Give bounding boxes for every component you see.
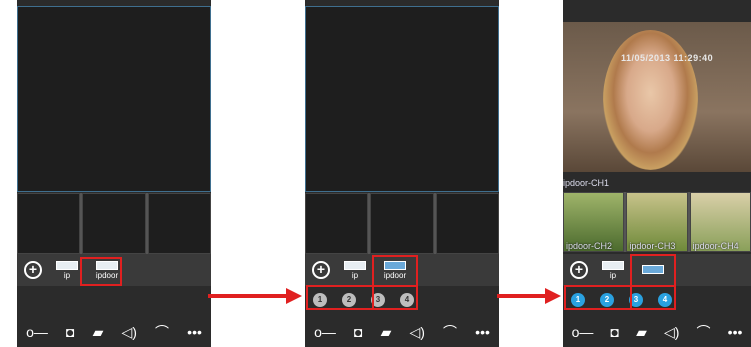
device-label: ip (351, 270, 359, 280)
sub-video-view[interactable] (147, 193, 211, 254)
device-ip[interactable]: ip (52, 260, 82, 280)
phone-icon[interactable]: ⌒ (697, 322, 711, 342)
key-icon[interactable]: o— (572, 324, 594, 340)
sub-video-view[interactable] (435, 193, 499, 254)
sub-video-grid (305, 193, 499, 254)
camera-icon[interactable]: ◘ (610, 324, 618, 340)
highlight-box (80, 257, 122, 286)
bottom-toolbar: o— ◘ ▰ ◁) ⌒ ••• (305, 317, 499, 347)
sub-video-view[interactable] (370, 193, 434, 254)
highlight-box (306, 285, 418, 310)
key-icon[interactable]: o— (314, 324, 336, 340)
more-icon[interactable]: ••• (187, 324, 202, 340)
camera-label: ipdoor-CH4 (692, 241, 739, 251)
key-icon[interactable]: o— (26, 324, 48, 340)
video-record-icon[interactable]: ▰ (93, 324, 104, 341)
device-label: ip (63, 270, 71, 280)
phone-screen-1: + ip ipdoor o— ◘ ▰ ◁) ⌒ ••• (17, 0, 211, 347)
more-icon[interactable]: ••• (728, 324, 743, 340)
camera-icon[interactable]: ◘ (354, 324, 362, 340)
add-device-button[interactable]: + (570, 261, 588, 279)
speaker-icon[interactable]: ◁) (664, 324, 679, 341)
sub-video-view[interactable]: ipdoor-CH3 (626, 192, 688, 252)
more-icon[interactable]: ••• (475, 324, 490, 340)
speaker-icon[interactable]: ◁) (409, 324, 424, 341)
camera-label: ipdoor-CH2 (566, 241, 613, 251)
arrow-right-icon (208, 288, 302, 304)
camera-icon[interactable]: ◘ (66, 324, 74, 340)
device-icon (602, 260, 624, 270)
video-frame (603, 30, 698, 170)
phone-icon[interactable]: ⌒ (443, 322, 457, 342)
sub-video-view[interactable] (305, 193, 369, 254)
video-record-icon[interactable]: ▰ (636, 324, 647, 341)
sub-video-grid (17, 193, 211, 254)
device-label: ip (609, 270, 617, 280)
add-device-button[interactable]: + (312, 261, 330, 279)
main-video-view[interactable] (305, 6, 499, 192)
phone-icon[interactable]: ⌒ (155, 322, 169, 342)
sub-video-view[interactable]: ipdoor-CH2 (563, 192, 625, 252)
device-ip[interactable]: ip (598, 260, 628, 280)
video-record-icon[interactable]: ▰ (381, 324, 392, 341)
sub-video-view[interactable] (17, 193, 81, 254)
add-device-button[interactable]: + (24, 261, 42, 279)
device-icon (56, 260, 78, 270)
device-ip[interactable]: ip (340, 260, 370, 280)
sub-video-view[interactable]: ipdoor-CH4 (689, 192, 751, 252)
highlight-box (564, 285, 676, 310)
speaker-icon[interactable]: ◁) (121, 324, 136, 341)
bottom-toolbar: o— ◘ ▰ ◁) ⌒ ••• (17, 317, 211, 347)
device-icon (344, 260, 366, 270)
timestamp: 11/05/2013 11:29:40 (621, 53, 714, 63)
bottom-toolbar: o— ◘ ▰ ◁) ⌒ ••• (563, 317, 751, 347)
sub-video-view[interactable] (82, 193, 146, 254)
camera-label: ipdoor-CH3 (629, 241, 676, 251)
main-video-view[interactable] (17, 6, 211, 192)
arrow-right-icon (497, 288, 561, 304)
sub-video-grid: ipdoor-CH2 ipdoor-CH3 ipdoor-CH4 (563, 192, 751, 252)
main-camera-label: ipdoor-CH1 (563, 178, 610, 188)
main-video-view[interactable]: 11/05/2013 11:29:40 (563, 22, 751, 172)
